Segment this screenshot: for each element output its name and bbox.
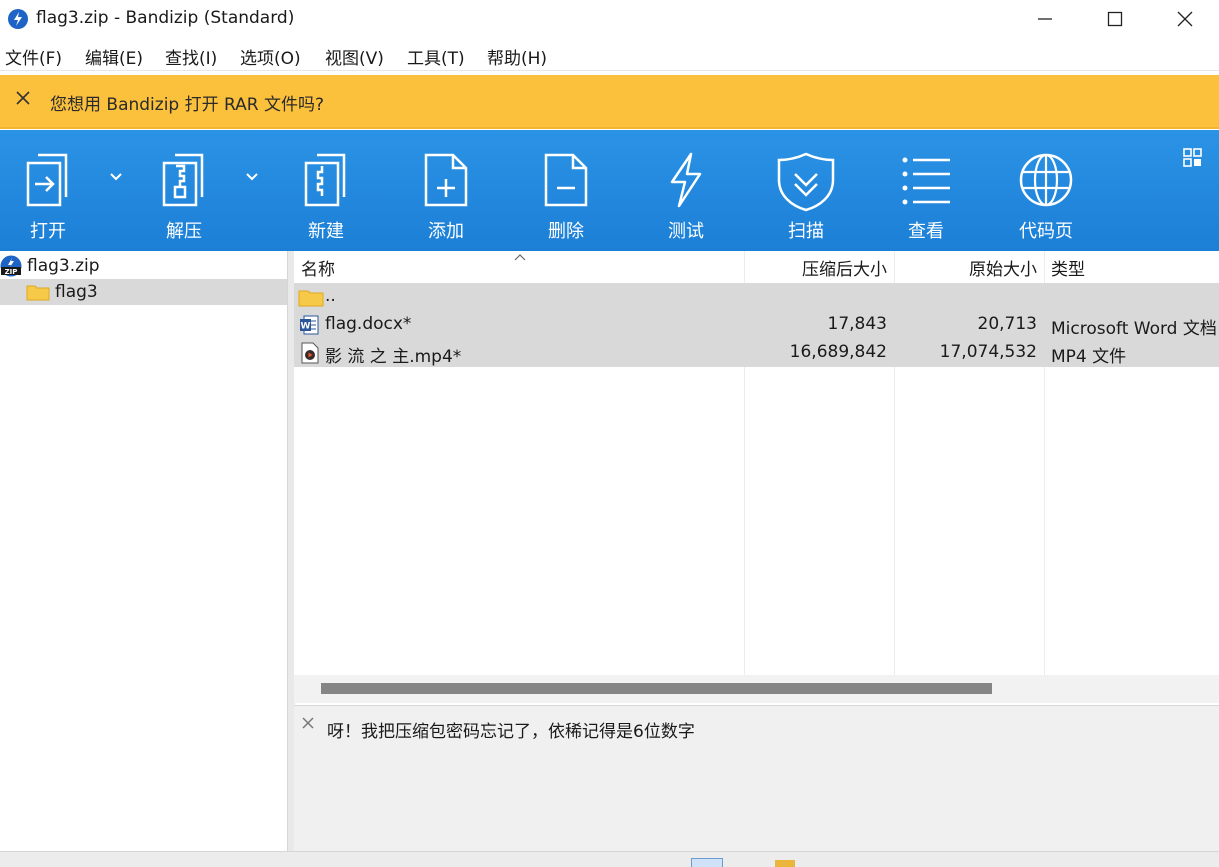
codepage-button[interactable]: 代码页: [996, 130, 1096, 251]
scan-button[interactable]: 扫描: [756, 130, 856, 251]
new-button[interactable]: 新建: [276, 130, 376, 251]
column-header-original[interactable]: 原始大小: [969, 255, 1037, 283]
close-button[interactable]: [1150, 0, 1219, 38]
add-label: 添加: [428, 221, 464, 242]
view-label: 查看: [908, 221, 944, 242]
delete-file-icon: [544, 153, 588, 207]
menu-options[interactable]: 选项(O): [240, 44, 301, 69]
new-archive-icon: [304, 153, 346, 207]
window-title: flag3.zip - Bandizip (Standard): [36, 8, 295, 28]
minimize-icon: [1038, 18, 1052, 20]
close-comment-icon[interactable]: [301, 716, 315, 730]
dismiss-notification-icon[interactable]: [15, 90, 31, 106]
menu-edit[interactable]: 编辑(E): [85, 44, 143, 69]
file-row-parent[interactable]: ..: [294, 283, 1219, 311]
svg-text:ZIP: ZIP: [5, 268, 18, 276]
test-button[interactable]: 测试: [636, 130, 736, 251]
file-name: flag.docx*: [325, 314, 412, 334]
word-document-icon: W: [300, 315, 319, 335]
menu-help[interactable]: 帮助(H): [487, 44, 547, 69]
scrollbar-thumb[interactable]: [321, 683, 992, 694]
open-label: 打开: [30, 221, 66, 242]
tree-item-archive[interactable]: ZIP flag3.zip: [0, 253, 287, 279]
folder-icon: [298, 290, 324, 307]
file-type: MP4 文件: [1051, 347, 1127, 367]
menu-file[interactable]: 文件(F): [5, 44, 62, 69]
file-row[interactable]: W flag.docx* 17,843 20,713 Microsoft Wor…: [294, 311, 1219, 339]
maximize-icon: [1107, 11, 1123, 27]
add-file-icon: [424, 153, 468, 207]
tree-archive-label: flag3.zip: [27, 256, 100, 276]
codepage-globe-icon: [1019, 153, 1073, 207]
delete-button[interactable]: 删除: [516, 130, 616, 251]
menu-tools[interactable]: 工具(T): [407, 44, 465, 69]
extract-button[interactable]: 解压: [134, 130, 234, 251]
tree-folder-label: flag3: [55, 282, 98, 302]
sort-ascending-icon: [514, 254, 526, 261]
toolbar: 打开 解压 新建 添加 删除 测试 扫描 查看 代码页: [0, 130, 1219, 251]
folder-tree: ZIP flag3.zip flag3: [0, 251, 287, 851]
archive-comment-panel: 呀！我把压缩包密码忘记了，依稀记得是6位数字: [294, 705, 1219, 852]
horizontal-scrollbar[interactable]: [294, 675, 1219, 703]
file-type: Microsoft Word 文档: [1051, 319, 1217, 339]
menu-find[interactable]: 查找(I): [165, 44, 217, 69]
menu-view[interactable]: 视图(V): [325, 44, 384, 69]
open-dropdown-chevron-icon[interactable]: [109, 172, 123, 182]
file-original-size: 20,713: [977, 314, 1037, 334]
archive-comment-text: 呀！我把压缩包密码忘记了，依稀记得是6位数字: [327, 722, 695, 742]
notification-text[interactable]: 您想用 Bandizip 打开 RAR 文件吗?: [50, 90, 324, 115]
column-header-name[interactable]: 名称: [301, 255, 335, 283]
svg-text:W: W: [301, 322, 311, 332]
extract-zipper-icon: [162, 153, 204, 207]
file-name: ..: [325, 286, 336, 306]
extract-dropdown-chevron-icon[interactable]: [245, 172, 259, 182]
test-lightning-icon: [670, 152, 702, 208]
file-name: 影 流 之 主.mp4*: [325, 347, 462, 367]
notification-bar: 您想用 Bandizip 打开 RAR 文件吗?: [0, 75, 1219, 129]
open-archive-icon: [26, 153, 68, 207]
file-compressed-size: 17,843: [827, 314, 887, 334]
menu-bar: 文件(F) 编辑(E) 查找(I) 选项(O) 视图(V) 工具(T) 帮助(H…: [0, 40, 1219, 71]
view-list-icon: [902, 157, 950, 205]
layout-grid-icon[interactable]: [1183, 148, 1203, 168]
bandizip-logo-icon: [8, 9, 28, 29]
file-compressed-size: 16,689,842: [789, 342, 887, 362]
delete-label: 删除: [548, 221, 584, 242]
new-label: 新建: [308, 221, 344, 242]
tree-item-folder[interactable]: flag3: [0, 279, 287, 305]
extract-label: 解压: [166, 221, 202, 242]
column-header-compressed[interactable]: 压缩后大小: [802, 255, 887, 283]
codepage-label: 代码页: [1019, 221, 1073, 242]
minimize-button[interactable]: [1010, 0, 1080, 38]
scan-label: 扫描: [788, 221, 824, 242]
view-button[interactable]: 查看: [876, 130, 976, 251]
scan-shield-icon: [777, 152, 835, 212]
file-row[interactable]: 影 流 之 主.mp4* 16,689,842 17,074,532 MP4 文…: [294, 339, 1219, 367]
maximize-button[interactable]: [1080, 0, 1150, 38]
video-file-icon: [301, 342, 319, 364]
status-bar: [0, 851, 1219, 867]
zip-archive-icon: ZIP: [0, 255, 22, 277]
close-icon: [1177, 11, 1193, 27]
test-label: 测试: [668, 221, 704, 242]
file-original-size: 17,074,532: [939, 342, 1037, 362]
title-bar: flag3.zip - Bandizip (Standard): [0, 0, 1219, 38]
folder-icon: [26, 285, 50, 301]
add-button[interactable]: 添加: [396, 130, 496, 251]
file-list: 名称 压缩后大小 原始大小 类型 .. W flag.docx* 17,843 …: [294, 251, 1219, 675]
column-header-type[interactable]: 类型: [1051, 255, 1085, 283]
open-button[interactable]: 打开: [0, 130, 98, 251]
